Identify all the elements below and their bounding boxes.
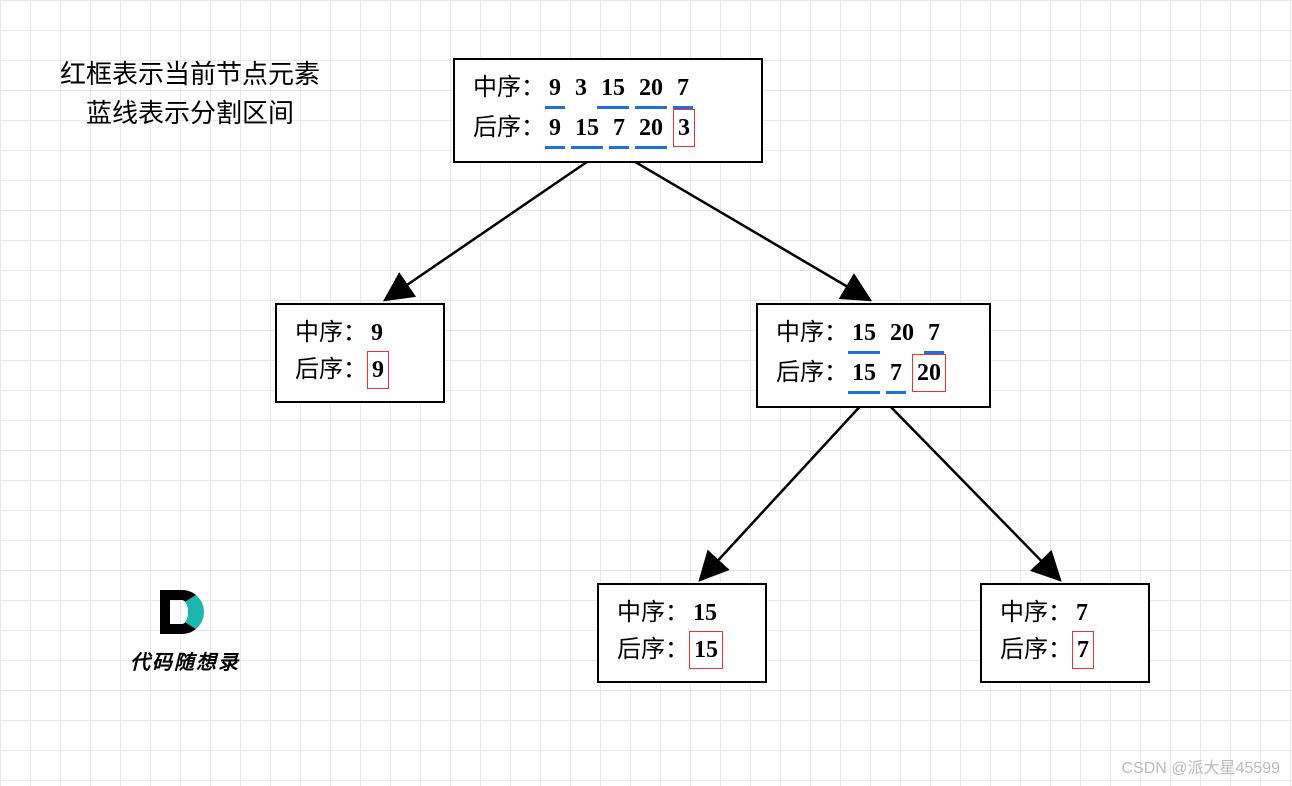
sequence-value: 3 <box>673 109 695 147</box>
sequence-label: 中序： <box>473 75 545 101</box>
sequence-label: 后序： <box>295 357 367 383</box>
sequence-value: 7 <box>609 110 629 149</box>
sequence-label: 中序： <box>776 320 848 346</box>
tree-node-root: 中序：9 3 15 20 7后序：9 15 7 20 3 <box>453 58 763 163</box>
sequence-row: 后序：15 <box>617 631 747 669</box>
sequence-values: 7 <box>1072 637 1094 663</box>
legend-line2: 蓝线表示分割区间 <box>30 94 350 133</box>
legend-line1: 红框表示当前节点元素 <box>30 55 350 94</box>
sequence-value: 7 <box>886 355 906 394</box>
sequence-label: 后序： <box>1000 637 1072 663</box>
sequence-values: 9 15 7 20 3 <box>545 115 695 141</box>
sequence-value: 3 <box>571 70 591 106</box>
sequence-label: 中序： <box>617 600 689 626</box>
sequence-row: 后序：7 <box>1000 631 1130 669</box>
sequence-value: 20 <box>886 315 918 351</box>
sequence-value: 7 <box>673 70 693 109</box>
tree-node-left: 中序：9后序：9 <box>275 303 445 403</box>
tree-node-right: 中序：15 20 7后序：15 7 20 <box>756 303 991 408</box>
sequence-value: 15 <box>689 595 721 631</box>
logo-icon <box>160 590 210 640</box>
sequence-value: 20 <box>635 70 667 109</box>
sequence-row: 中序：15 20 7 <box>776 315 971 354</box>
sequence-value: 9 <box>545 110 565 149</box>
sequence-value: 9 <box>367 315 387 351</box>
watermark: CSDN @派大星45599 <box>1121 754 1280 778</box>
tree-node-right-left: 中序：15后序：15 <box>597 583 767 683</box>
sequence-row: 后序：9 15 7 20 3 <box>473 109 743 149</box>
sequence-row: 中序：9 <box>295 315 425 351</box>
logo: 代码随想录 <box>130 590 240 675</box>
legend-text: 红框表示当前节点元素 蓝线表示分割区间 <box>30 55 350 133</box>
sequence-value: 15 <box>848 315 880 354</box>
sequence-label: 后序： <box>776 360 848 386</box>
sequence-value: 15 <box>597 70 629 109</box>
sequence-label: 后序： <box>473 115 545 141</box>
logo-text: 代码随想录 <box>130 646 240 675</box>
sequence-label: 中序： <box>1000 600 1072 626</box>
sequence-value: 20 <box>635 110 667 149</box>
sequence-values: 9 <box>367 320 387 346</box>
sequence-values: 15 <box>689 637 723 663</box>
sequence-row: 后序：15 7 20 <box>776 354 971 394</box>
sequence-row: 中序：9 3 15 20 7 <box>473 70 743 109</box>
tree-node-right-right: 中序：7后序：7 <box>980 583 1150 683</box>
sequence-values: 15 7 20 <box>848 360 946 386</box>
sequence-row: 后序：9 <box>295 351 425 389</box>
sequence-values: 7 <box>1072 600 1092 626</box>
sequence-value: 7 <box>924 315 944 354</box>
sequence-label: 后序： <box>617 637 689 663</box>
sequence-values: 9 <box>367 357 389 383</box>
sequence-value: 15 <box>848 355 880 394</box>
sequence-value: 15 <box>571 110 603 149</box>
sequence-row: 中序：7 <box>1000 595 1130 631</box>
sequence-value: 9 <box>367 351 389 389</box>
sequence-values: 9 3 15 20 7 <box>545 75 693 101</box>
sequence-value: 20 <box>912 354 946 392</box>
sequence-values: 15 20 7 <box>848 320 944 346</box>
sequence-row: 中序：15 <box>617 595 747 631</box>
sequence-value: 15 <box>689 631 723 669</box>
sequence-value: 9 <box>545 70 565 109</box>
sequence-values: 15 <box>689 600 721 626</box>
sequence-value: 7 <box>1072 595 1092 631</box>
sequence-label: 中序： <box>295 320 367 346</box>
sequence-value: 7 <box>1072 631 1094 669</box>
